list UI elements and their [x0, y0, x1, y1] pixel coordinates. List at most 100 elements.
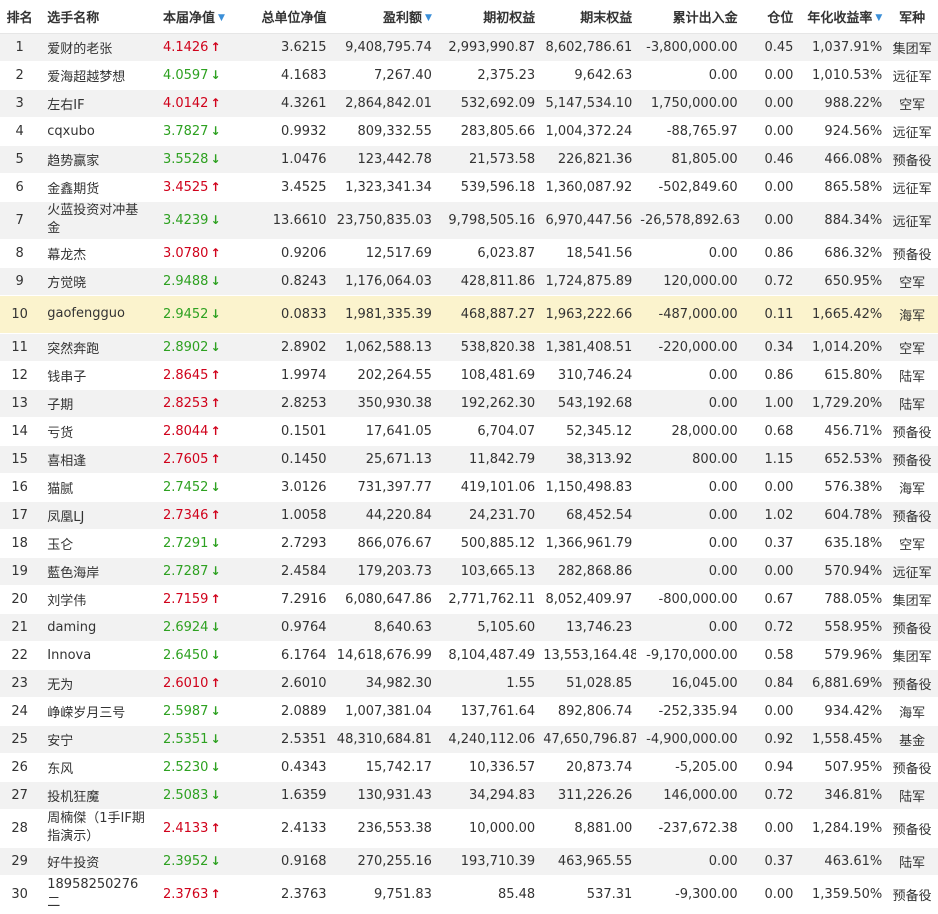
- table-row[interactable]: 27 投机狂魔 2.5083 ↓ 1.6359 130,931.43 34,294.83 31…: [0, 781, 938, 810]
- table-row[interactable]: 21 daming 2.6924 ↓ 0.9764 8,640.63 5,105.60 13,…: [0, 613, 938, 642]
- table-row[interactable]: 26 东风 2.5230 ↓ 0.4343 15,742.17 10,336.57 20,87…: [0, 753, 938, 782]
- player-name-link[interactable]: 喜相逢: [39, 445, 155, 474]
- sort-down-icon[interactable]: ▼: [875, 13, 882, 23]
- table-row[interactable]: 23 无为 2.6010 ↑ 2.6010 34,982.30 1.55 51,028.85 1…: [0, 669, 938, 698]
- table-row[interactable]: 8 幕龙杰 3.0780 ↑ 0.9206 12,517.69 6,023.87 18,541…: [0, 239, 938, 268]
- table-row[interactable]: 15 喜相逢 2.7605 ↑ 0.1450 25,671.13 11,842.79 38,3…: [0, 445, 938, 474]
- profit-cell: 2,864,842.01: [330, 89, 436, 118]
- init-equity-cell: 4,240,112.06: [435, 725, 540, 754]
- player-name-link[interactable]: 左右IF: [39, 89, 155, 118]
- annual-return-cell: 635.18%: [797, 529, 887, 558]
- player-name-link[interactable]: 猫腻: [39, 473, 155, 502]
- position-cell: 0.00: [741, 89, 798, 118]
- player-name-link[interactable]: 爱财的老张: [39, 33, 155, 62]
- table-row[interactable]: 7 火蓝投资对冲基金 3.4239 ↓ 13.6610 23,750,835.03 9,79…: [0, 201, 938, 240]
- player-name-link[interactable]: 无为: [39, 669, 155, 698]
- unit-nav-cell: 0.9206: [237, 239, 331, 268]
- table-row[interactable]: 28 周楠傑（1手IF期指演示） 2.4133 ↑ 2.4133 236,553.38 10…: [0, 809, 938, 848]
- nav-value: 3.0780: [162, 245, 209, 261]
- table-row[interactable]: 16 猫腻 2.7452 ↓ 3.0126 731,397.77 419,101.06 1,1…: [0, 473, 938, 502]
- arrow-up-icon: ↑: [210, 95, 221, 110]
- player-name-link[interactable]: 爱海超越梦想: [39, 61, 155, 90]
- table-row[interactable]: 5 趋势赢家 3.5528 ↓ 1.0476 123,442.78 21,573.58 226…: [0, 145, 938, 174]
- table-row[interactable]: 4 cqxubo 3.7827 ↓ 0.9932 809,332.55 283,805.66…: [0, 117, 938, 146]
- arrow-up-icon: ↑: [210, 675, 221, 690]
- col-nav[interactable]: 本届净值 ▼: [154, 0, 238, 34]
- arrow-down-icon: ↓: [210, 339, 221, 354]
- table-row[interactable]: 19 藍色海岸 2.7287 ↓ 2.4584 179,203.73 103,665.13 2…: [0, 557, 938, 586]
- table-row[interactable]: 6 金鑫期货 3.4525 ↑ 3.4525 1,323,341.34 539,596.18…: [0, 173, 938, 202]
- table-row[interactable]: 1 爱财的老张 4.1426 ↑ 3.6215 9,408,795.74 2,993,990…: [0, 33, 938, 62]
- nav-cell: 2.5230 ↓: [154, 753, 238, 782]
- player-name-link[interactable]: 亏货: [39, 417, 155, 446]
- rank-cell: 22: [0, 641, 40, 670]
- player-name-link[interactable]: 好牛投资: [39, 847, 155, 876]
- table-row[interactable]: 11 突然奔跑 2.8902 ↓ 2.8902 1,062,588.13 538,820.3…: [0, 333, 938, 362]
- init-equity-cell: 6,023.87: [435, 239, 540, 268]
- player-name-link[interactable]: Innova: [39, 641, 155, 670]
- table-row[interactable]: 20 刘学伟 2.7159 ↑ 7.2916 6,080,647.86 2,771,762.…: [0, 585, 938, 614]
- rank-cell: 14: [0, 417, 40, 446]
- nav-value: 2.3952: [162, 853, 209, 869]
- player-name-link[interactable]: 方觉晓: [39, 267, 155, 296]
- player-name-link[interactable]: 金鑫期货: [39, 173, 155, 202]
- player-name-link[interactable]: 安宁: [39, 725, 155, 754]
- player-name-link[interactable]: 刘学伟: [39, 585, 155, 614]
- table-row[interactable]: 17 凤凰LJ 2.7346 ↑ 1.0058 44,220.84 24,231.70 68,…: [0, 501, 938, 530]
- arrow-up-icon: ↑: [210, 886, 221, 901]
- player-name-link[interactable]: 火蓝投资对冲基金: [39, 201, 155, 240]
- table-row[interactable]: 13 子期 2.8253 ↑ 2.8253 350,930.38 192,262.30 543…: [0, 389, 938, 418]
- table-row[interactable]: 3 左右IF 4.0142 ↑ 4.3261 2,864,842.01 532,692.09…: [0, 89, 938, 118]
- position-cell: 0.11: [741, 295, 798, 334]
- table-row[interactable]: 29 好牛投资 2.3952 ↓ 0.9168 270,255.16 193,710.39 4…: [0, 847, 938, 876]
- player-name-link[interactable]: daming: [39, 613, 155, 642]
- position-cell: 0.84: [741, 669, 798, 698]
- nav-cell: 2.7452 ↓: [154, 473, 238, 502]
- end-equity-cell: 543,192.68: [539, 389, 637, 418]
- position-cell: 1.15: [741, 445, 798, 474]
- player-name-link[interactable]: 子期: [39, 389, 155, 418]
- table-row[interactable]: 2 爱海超越梦想 4.0597 ↓ 4.1683 7,267.40 2,375.23 9,64…: [0, 61, 938, 90]
- position-cell: 0.00: [741, 173, 798, 202]
- army-cell: 远征军: [886, 173, 938, 202]
- player-name-link[interactable]: 18958250276二: [39, 875, 155, 914]
- player-name-link[interactable]: 趋势赢家: [39, 145, 155, 174]
- player-name-link[interactable]: cqxubo: [39, 117, 155, 146]
- player-name-link[interactable]: 周楠傑（1手IF期指演示）: [39, 809, 155, 848]
- table-row[interactable]: 14 亏货 2.8044 ↑ 0.1501 17,641.05 6,704.07 52,345…: [0, 417, 938, 446]
- sort-down-icon[interactable]: ▼: [425, 13, 432, 23]
- position-cell: 0.00: [741, 473, 798, 502]
- annual-return-cell: 558.95%: [797, 613, 887, 642]
- table-row[interactable]: 22 Innova 2.6450 ↓ 6.1764 14,618,676.99 8,104,…: [0, 641, 938, 670]
- player-name-link[interactable]: gaofengguo: [39, 295, 155, 334]
- player-name-link[interactable]: 东风: [39, 753, 155, 782]
- table-row[interactable]: 10 gaofengguo 2.9452 ↓ 0.0833 1,981,335.39 468…: [0, 295, 938, 334]
- table-row[interactable]: 24 峥嵘岁月三号 2.5987 ↓ 2.0889 1,007,381.04 137,761…: [0, 697, 938, 726]
- nav-cell: 3.7827 ↓: [154, 117, 238, 146]
- table-row[interactable]: 30 18958250276二 2.3763 ↑ 2.3763 9,751.83 85.48…: [0, 875, 938, 914]
- table-row[interactable]: 12 钱串子 2.8645 ↑ 1.9974 202,264.55 108,481.69 31…: [0, 361, 938, 390]
- player-name-link[interactable]: 玉仑: [39, 529, 155, 558]
- player-name-link[interactable]: 投机狂魔: [39, 781, 155, 810]
- player-name-link[interactable]: 峥嵘岁月三号: [39, 697, 155, 726]
- sort-down-icon[interactable]: ▼: [218, 13, 225, 23]
- table-row[interactable]: 25 安宁 2.5351 ↓ 2.5351 48,310,684.81 4,240,112.…: [0, 725, 938, 754]
- player-name-link[interactable]: 凤凰LJ: [39, 501, 155, 530]
- player-name-link[interactable]: 钱串子: [39, 361, 155, 390]
- player-name-link[interactable]: 突然奔跑: [39, 333, 155, 362]
- end-equity-cell: 18,541.56: [539, 239, 637, 268]
- player-name-link[interactable]: 幕龙杰: [39, 239, 155, 268]
- unit-nav-cell: 1.0476: [237, 145, 331, 174]
- col-annual-return[interactable]: 年化收益率 ▼: [797, 0, 887, 34]
- player-name-link[interactable]: 藍色海岸: [39, 557, 155, 586]
- col-profit[interactable]: 盈利额 ▼: [330, 0, 436, 34]
- nav-value: 2.3763: [162, 886, 209, 902]
- annual-return-cell: 686.32%: [797, 239, 887, 268]
- army-cell: 陆军: [886, 847, 938, 876]
- table-row[interactable]: 9 方觉晓 2.9488 ↓ 0.8243 1,176,064.03 428,811.86 1…: [0, 267, 938, 296]
- arrow-down-icon: ↓: [210, 731, 221, 746]
- rank-cell: 25: [0, 725, 40, 754]
- annual-return-cell: 1,729.20%: [797, 389, 887, 418]
- table-row[interactable]: 18 玉仑 2.7291 ↓ 2.7293 866,076.67 500,885.12 1,3…: [0, 529, 938, 558]
- position-cell: 0.00: [741, 117, 798, 146]
